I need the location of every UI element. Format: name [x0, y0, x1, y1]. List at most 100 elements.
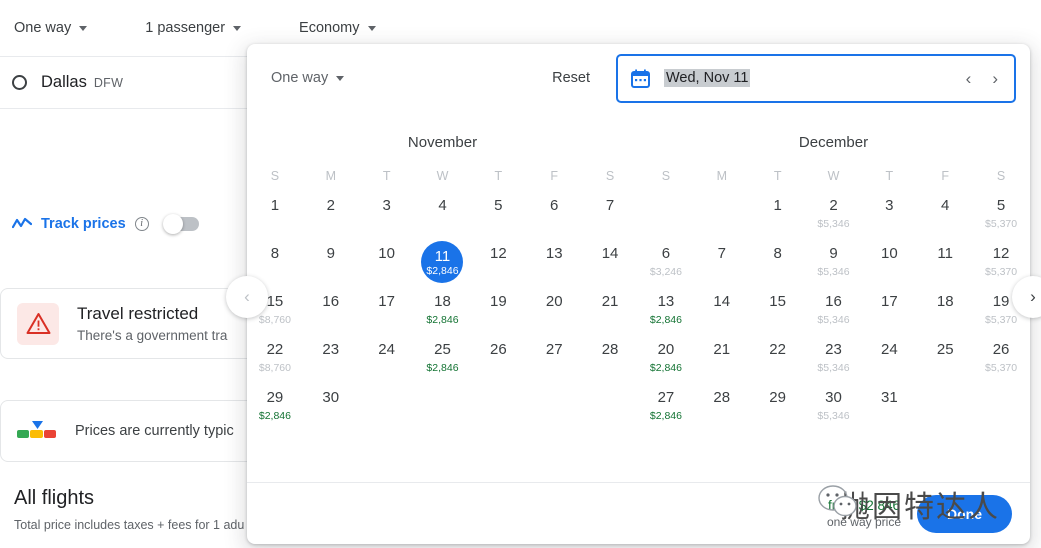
day-number: 6 — [661, 245, 671, 262]
calendar-day-25[interactable]: 25 — [917, 339, 973, 387]
day-price: $5,346 — [817, 266, 850, 278]
calendar-day-7[interactable]: 7 — [694, 243, 750, 291]
calendar-day-10[interactable]: 10 — [861, 243, 917, 291]
calendar-day-26[interactable]: 26 — [470, 339, 526, 387]
calendar-day-22[interactable]: 22 $8,760 — [247, 339, 303, 387]
calendar-day-27[interactable]: 27 $2,846 — [638, 387, 694, 435]
day-number: 3 — [885, 197, 894, 214]
day-number: 20 — [657, 341, 675, 358]
calendar-day-30[interactable]: 30 $5,346 — [806, 387, 862, 435]
calendar-day-16[interactable]: 16 $5,346 — [806, 291, 862, 339]
month-days: 1 2 $5,346 3 4 5 $5,370 6 $3,246 7 8 9 $5,346 10 11 12 $… — [638, 195, 1029, 435]
day-number: 13 — [657, 293, 675, 310]
departure-date-field[interactable]: Wed, Nov 11 ‹ › — [616, 53, 1016, 103]
calendar-day-24[interactable]: 24 — [861, 339, 917, 387]
screen: One way 1 passenger Economy Dallas DFW T… — [0, 0, 1041, 548]
day-number: 16 — [322, 293, 340, 310]
calendar-day-1[interactable]: 1 — [750, 195, 806, 243]
calendar-day-4[interactable]: 4 — [415, 195, 471, 243]
calendar-day-27[interactable]: 27 — [526, 339, 582, 387]
day-number: 24 — [881, 341, 898, 358]
calendar-day-20[interactable]: 20 — [526, 291, 582, 339]
done-button[interactable]: Done — [917, 494, 1012, 533]
calendar-day-22[interactable]: 22 — [750, 339, 806, 387]
calendar-day-2[interactable]: 2 — [303, 195, 359, 243]
calendar-day-28[interactable]: 28 — [582, 339, 638, 387]
day-number: 21 — [713, 341, 731, 358]
calendar-day-9[interactable]: 9 $5,346 — [806, 243, 862, 291]
calendar-day-12[interactable]: 12 — [470, 243, 526, 291]
day-number: 25 — [936, 341, 954, 358]
day-number: 1 — [773, 197, 782, 214]
picker-trip-type-dropdown[interactable]: One way — [271, 70, 345, 86]
dow-label: S — [270, 169, 280, 183]
calendar-day-15[interactable]: 15 — [750, 291, 806, 339]
calendar-day-14[interactable]: 14 — [694, 291, 750, 339]
calendar-day-30[interactable]: 30 — [303, 387, 359, 435]
calendar-day-16[interactable]: 16 — [303, 291, 359, 339]
trip-type-dropdown[interactable]: One way — [14, 14, 97, 42]
calendar-day-4[interactable]: 4 — [917, 195, 973, 243]
gauge-pointer-icon — [32, 421, 43, 429]
carousel-prev-button[interactable]: ‹ — [226, 276, 268, 318]
calendar-day-5[interactable]: 5 $5,370 — [973, 195, 1029, 243]
calendar-day-17[interactable]: 17 — [359, 291, 415, 339]
calendar-day-3[interactable]: 3 — [861, 195, 917, 243]
calendar-day-10[interactable]: 10 — [359, 243, 415, 291]
day-number: 10 — [378, 245, 395, 262]
month-november: November S M T W T F S 1 2 3 4 5 6 7 8 9 10 11 $2,8… — [247, 124, 638, 435]
calendar-day-29[interactable]: 29 $2,846 — [247, 387, 303, 435]
reset-button[interactable]: Reset — [544, 64, 598, 92]
departure-date-value[interactable]: Wed, Nov 11 — [664, 69, 751, 87]
picker-trip-type-label: One way — [271, 70, 329, 86]
cabin-class-dropdown[interactable]: Economy — [289, 14, 385, 42]
calendar-day-26[interactable]: 26 $5,370 — [973, 339, 1029, 387]
day-number: 2 — [326, 197, 335, 214]
calendar-day-19[interactable]: 19 — [470, 291, 526, 339]
day-number: 29 — [266, 389, 284, 406]
calendar-day-23[interactable]: 23 — [303, 339, 359, 387]
calendar-day-11[interactable]: 11 $2,846 — [415, 241, 471, 291]
calendar-day-31[interactable]: 31 — [861, 387, 917, 435]
calendar-day-7[interactable]: 7 — [582, 195, 638, 243]
calendar-day-24[interactable]: 24 — [359, 339, 415, 387]
day-number: 5 — [494, 197, 503, 214]
calendar-day-6[interactable]: 6 $3,246 — [638, 243, 694, 291]
day-number: 27 — [657, 389, 675, 406]
day-price: $5,346 — [817, 362, 850, 374]
calendar-day-5[interactable]: 5 — [470, 195, 526, 243]
calendar-day-20[interactable]: 20 $2,846 — [638, 339, 694, 387]
track-prices-row[interactable]: Track prices i — [12, 214, 199, 234]
calendar-day-29[interactable]: 29 — [750, 387, 806, 435]
calendar-day-21[interactable]: 21 — [694, 339, 750, 387]
calendar-day-13[interactable]: 13 $2,846 — [638, 291, 694, 339]
info-icon[interactable]: i — [134, 217, 149, 231]
day-price: $2,846 — [426, 314, 459, 326]
calendar-icon — [631, 69, 650, 88]
prev-day-button[interactable]: ‹ — [960, 68, 978, 89]
passengers-dropdown[interactable]: 1 passenger — [135, 14, 251, 42]
origin-marker-icon — [12, 75, 27, 90]
calendar-day-17[interactable]: 17 — [861, 291, 917, 339]
calendar-day-18[interactable]: 18 — [917, 291, 973, 339]
calendar-day-14[interactable]: 14 — [582, 243, 638, 291]
calendar-day-8[interactable]: 8 — [750, 243, 806, 291]
day-number: 12 — [490, 245, 507, 262]
calendar-day-13[interactable]: 13 — [526, 243, 582, 291]
calendar-day-25[interactable]: 25 $2,846 — [415, 339, 471, 387]
calendar-day-21[interactable]: 21 — [582, 291, 638, 339]
calendar-day-3[interactable]: 3 — [359, 195, 415, 243]
day-number: 25 — [434, 341, 451, 358]
calendar-day-1[interactable]: 1 — [247, 195, 303, 243]
calendar-day-23[interactable]: 23 $5,346 — [806, 339, 862, 387]
date-picker-footer: from $2,846 one way price Done — [247, 482, 1030, 544]
calendar-day-9[interactable]: 9 — [303, 243, 359, 291]
calendar-day-28[interactable]: 28 — [694, 387, 750, 435]
day-number: 28 — [713, 389, 731, 406]
calendar-day-2[interactable]: 2 $5,346 — [806, 195, 862, 243]
calendar-day-11[interactable]: 11 — [917, 243, 973, 291]
calendar-day-18[interactable]: 18 $2,846 — [415, 291, 471, 339]
track-prices-toggle[interactable] — [162, 214, 199, 234]
next-day-button[interactable]: › — [986, 68, 1004, 89]
calendar-day-6[interactable]: 6 — [526, 195, 582, 243]
